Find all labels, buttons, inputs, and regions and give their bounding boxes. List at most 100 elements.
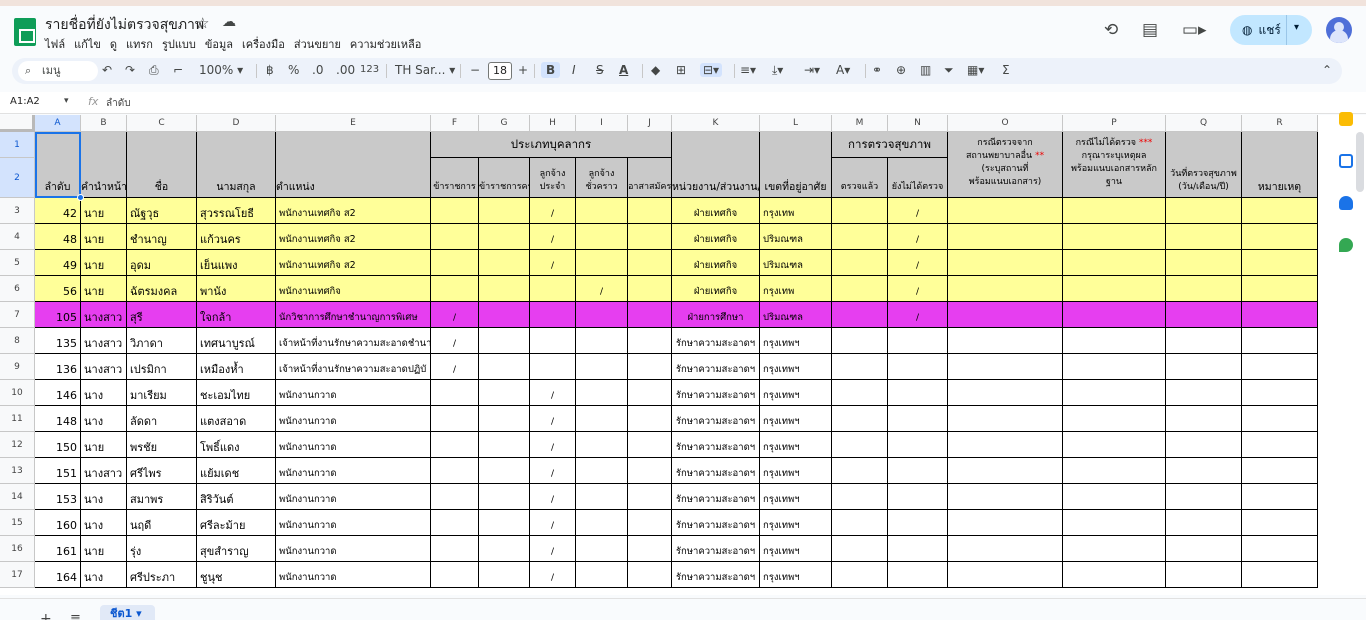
cell-i-4[interactable] [576,224,628,250]
cell-p-8[interactable] [1063,328,1166,354]
cell-i-7[interactable] [576,302,628,328]
cell-c-4[interactable]: ชำนาญ [127,224,197,250]
cell-o-9[interactable] [948,354,1063,380]
filter-icon[interactable]: ⏷ [944,63,954,78]
cell-m-13[interactable] [832,458,888,484]
cell-c-13[interactable]: ศรีไพร [127,458,197,484]
cell-k-3[interactable]: ฝ่ายเทศกิจ [672,198,760,224]
cell-e-3[interactable]: พนักงานเทศกิจ ส2 [276,198,431,224]
cell-i-6[interactable]: / [576,276,628,302]
cell-f-10[interactable] [431,380,479,406]
cell-q-14[interactable] [1166,484,1242,510]
cell-q-5[interactable] [1166,250,1242,276]
cell-e-16[interactable]: พนักงานกวาด [276,536,431,562]
row-header-6[interactable]: 6 [0,276,35,302]
cell-a-8[interactable]: 135 [35,328,81,354]
cell-n-11[interactable] [888,406,948,432]
row-header-14[interactable]: 14 [0,484,35,510]
add-sheet-icon[interactable]: + [40,611,52,620]
row-header-17[interactable]: 17 [0,562,35,588]
column-header-q[interactable]: Q [1166,115,1242,132]
increase-decimal-button[interactable]: .00 [336,63,355,77]
cell-o-10[interactable] [948,380,1063,406]
column-header-j[interactable]: J [628,115,672,132]
cell-k-15[interactable]: รักษาความสะอาดฯ [672,510,760,536]
cell-q-15[interactable] [1166,510,1242,536]
cell-n-6[interactable]: / [888,276,948,302]
cell-g-15[interactable] [479,510,530,536]
formula-input[interactable]: ลำดับ [106,96,131,111]
cell-c-5[interactable]: อุดม [127,250,197,276]
redo-icon[interactable]: ↷ [125,63,135,77]
cell-c-6[interactable]: ฉัตรมงคล [127,276,197,302]
cell-o-17[interactable] [948,562,1063,588]
cell-p-6[interactable] [1063,276,1166,302]
header-not-examined[interactable]: กรณีไม่ได้ตรวจ *** กรุณาระบุเหตุผล พร้อมแน… [1063,132,1166,198]
chevron-down-icon[interactable]: ▾ [1294,22,1299,33]
cell-g-9[interactable] [479,354,530,380]
cell-i-5[interactable] [576,250,628,276]
cell-p-11[interactable] [1063,406,1166,432]
cell-j-12[interactable] [628,432,672,458]
cell-g-13[interactable] [479,458,530,484]
cell-k-6[interactable]: ฝ่ายเทศกิจ [672,276,760,302]
cloud-status-icon[interactable]: ☁ [222,14,236,30]
cell-p-16[interactable] [1063,536,1166,562]
column-header-f[interactable]: F [431,115,479,132]
row-header-16[interactable]: 16 [0,536,35,562]
collapse-menu-icon[interactable]: ⌃ [1322,63,1332,77]
zoom-select[interactable]: 100% ▾ [199,63,243,77]
cell-o-4[interactable] [948,224,1063,250]
cell-h-12[interactable]: / [530,432,576,458]
header-first-name[interactable]: ชื่อ [127,132,197,198]
menu-search-input[interactable]: ⌕ เมนู [18,61,98,81]
vertical-scrollbar[interactable] [1356,132,1364,192]
cell-n-13[interactable] [888,458,948,484]
cell-r-17[interactable] [1242,562,1318,588]
row-header-5[interactable]: 5 [0,250,35,276]
row-header-8[interactable]: 8 [0,328,35,354]
cell-k-5[interactable]: ฝ่ายเทศกิจ [672,250,760,276]
cell-e-11[interactable]: พนักงานกวาด [276,406,431,432]
cell-f-9[interactable]: / [431,354,479,380]
cell-f-12[interactable] [431,432,479,458]
cell-j-16[interactable] [628,536,672,562]
cell-a-15[interactable]: 160 [35,510,81,536]
cell-j-4[interactable] [628,224,672,250]
cell-h-13[interactable]: / [530,458,576,484]
cell-l-11[interactable]: กรุงเทพฯ [760,406,832,432]
cell-r-10[interactable] [1242,380,1318,406]
cell-h-10[interactable]: / [530,380,576,406]
cell-l-10[interactable]: กรุงเทพฯ [760,380,832,406]
menu-format[interactable]: รูปแบบ [162,35,196,53]
cell-j-9[interactable] [628,354,672,380]
cell-n-3[interactable]: / [888,198,948,224]
cell-r-15[interactable] [1242,510,1318,536]
cell-g-3[interactable] [479,198,530,224]
menu-view[interactable]: ดู [110,35,117,53]
cell-n-8[interactable] [888,328,948,354]
cell-q-11[interactable] [1166,406,1242,432]
cell-b-6[interactable]: นาย [81,276,127,302]
cell-p-17[interactable] [1063,562,1166,588]
cell-a-13[interactable]: 151 [35,458,81,484]
cell-m-7[interactable] [832,302,888,328]
cell-k-16[interactable]: รักษาความสะอาดฯ [672,536,760,562]
cell-h-16[interactable]: / [530,536,576,562]
header-teacher[interactable]: ข้าราชการครู [479,158,530,198]
menu-extensions[interactable]: ส่วนขยาย [294,35,341,53]
header-civil-servant[interactable]: ข้าราชการ [431,158,479,198]
cell-h-4[interactable]: / [530,224,576,250]
header-group-health[interactable]: การตรวจสุขภาพ [832,132,948,158]
cell-j-14[interactable] [628,484,672,510]
cell-i-10[interactable] [576,380,628,406]
cell-h-5[interactable]: / [530,250,576,276]
cell-i-11[interactable] [576,406,628,432]
cell-k-7[interactable]: ฝ่ายการศึกษา [672,302,760,328]
cell-l-15[interactable]: กรุงเทพฯ [760,510,832,536]
cell-n-17[interactable] [888,562,948,588]
menu-edit[interactable]: แก้ไข [74,35,101,53]
cell-m-12[interactable] [832,432,888,458]
cell-k-17[interactable]: รักษาความสะอาดฯ [672,562,760,588]
cell-c-9[interactable]: เปรมิกา [127,354,197,380]
